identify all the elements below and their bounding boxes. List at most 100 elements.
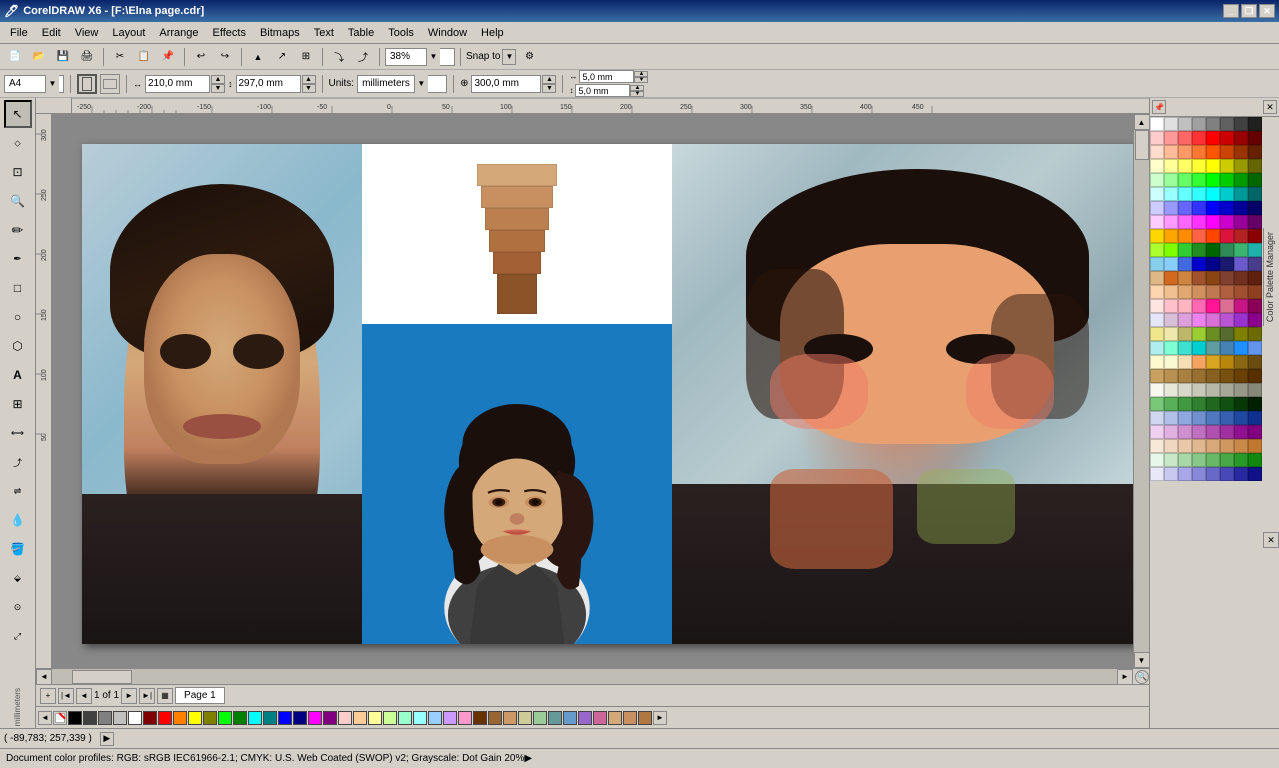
height-up[interactable]: ▲ bbox=[302, 75, 316, 84]
print-button[interactable]: 🖨 bbox=[76, 46, 98, 68]
fill-tool-btn[interactable]: 🪣 bbox=[4, 535, 32, 563]
color-cell[interactable] bbox=[1150, 341, 1164, 355]
color-cell[interactable] bbox=[1248, 453, 1262, 467]
color-cell[interactable] bbox=[1178, 439, 1192, 453]
color-cell[interactable] bbox=[1234, 299, 1248, 313]
nudge2-input[interactable] bbox=[575, 84, 630, 97]
eyedropper-tool-btn[interactable]: 💧 bbox=[4, 506, 32, 534]
orange-swatch[interactable] bbox=[173, 711, 187, 725]
cyan-swatch[interactable] bbox=[248, 711, 262, 725]
color-cell[interactable] bbox=[1206, 187, 1220, 201]
color-cell[interactable] bbox=[1220, 439, 1234, 453]
color-cell[interactable] bbox=[1192, 201, 1206, 215]
color-cell[interactable] bbox=[1234, 243, 1248, 257]
color-cell[interactable] bbox=[1192, 257, 1206, 271]
color-cell[interactable] bbox=[1178, 425, 1192, 439]
color-cell[interactable] bbox=[1234, 355, 1248, 369]
save-button[interactable]: 💾 bbox=[52, 46, 74, 68]
red-dark-swatch[interactable] bbox=[143, 711, 157, 725]
color-cell[interactable] bbox=[1206, 341, 1220, 355]
color-cell[interactable] bbox=[1248, 411, 1262, 425]
height-down[interactable]: ▼ bbox=[302, 84, 316, 93]
vertical-scrollbar[interactable]: ▲ ▼ bbox=[1133, 114, 1149, 668]
page-first-button[interactable]: |◄ bbox=[58, 688, 74, 704]
color-cell[interactable] bbox=[1150, 369, 1164, 383]
color-cell[interactable] bbox=[1192, 243, 1206, 257]
color-cell[interactable] bbox=[1178, 369, 1192, 383]
undo-button[interactable]: ↩ bbox=[190, 46, 212, 68]
h-scroll-thumb[interactable] bbox=[72, 670, 132, 684]
blue-swatch[interactable] bbox=[278, 711, 292, 725]
color-cell[interactable] bbox=[1150, 383, 1164, 397]
color-cell[interactable] bbox=[1192, 453, 1206, 467]
color-cell[interactable] bbox=[1164, 313, 1178, 327]
transform-button[interactable]: ↗ bbox=[271, 46, 293, 68]
mint-swatch[interactable] bbox=[398, 711, 412, 725]
color-cell[interactable] bbox=[1192, 327, 1206, 341]
color-cell[interactable] bbox=[1192, 383, 1206, 397]
color-cell[interactable] bbox=[1192, 229, 1206, 243]
peach-swatch[interactable] bbox=[353, 711, 367, 725]
scroll-right-button[interactable]: ► bbox=[1117, 669, 1133, 685]
color-cell[interactable] bbox=[1234, 215, 1248, 229]
color-cell[interactable] bbox=[1192, 369, 1206, 383]
color-cell[interactable] bbox=[1206, 313, 1220, 327]
sky-light-swatch[interactable] bbox=[413, 711, 427, 725]
color-cell[interactable] bbox=[1206, 467, 1220, 481]
brown-swatch[interactable] bbox=[488, 711, 502, 725]
redo-button[interactable]: ↪ bbox=[214, 46, 236, 68]
khaki-swatch[interactable] bbox=[518, 711, 532, 725]
menu-text[interactable]: Text bbox=[308, 25, 340, 41]
zoom-tool-btn[interactable]: 🔍 bbox=[4, 187, 32, 215]
color-cell[interactable] bbox=[1248, 201, 1262, 215]
panel-close-button[interactable]: ✕ bbox=[1263, 100, 1277, 114]
skin1-swatch[interactable] bbox=[608, 711, 622, 725]
violet-swatch[interactable] bbox=[578, 711, 592, 725]
smart-draw-btn[interactable]: ✒ bbox=[4, 245, 32, 273]
color-cell[interactable] bbox=[1164, 327, 1178, 341]
brown-dark-swatch[interactable] bbox=[473, 711, 487, 725]
color-cell[interactable] bbox=[1178, 131, 1192, 145]
color-cell[interactable] bbox=[1206, 397, 1220, 411]
scroll-left-button[interactable]: ◄ bbox=[36, 669, 52, 685]
pos-up[interactable]: ▲ bbox=[542, 75, 556, 84]
panel-pin-button[interactable]: 📌 bbox=[1152, 100, 1166, 114]
color-cell[interactable] bbox=[1192, 411, 1206, 425]
color-cell[interactable] bbox=[1248, 131, 1262, 145]
color-cell[interactable] bbox=[1220, 327, 1234, 341]
color-cell[interactable] bbox=[1206, 131, 1220, 145]
navy-swatch[interactable] bbox=[293, 711, 307, 725]
color-cell[interactable] bbox=[1234, 257, 1248, 271]
h-scroll-track[interactable] bbox=[52, 669, 1117, 684]
nudge1-spinner[interactable]: ▲ ▼ bbox=[634, 71, 648, 83]
color-cell[interactable] bbox=[1248, 243, 1262, 257]
mid-gray-swatch[interactable] bbox=[98, 711, 112, 725]
skin2-swatch[interactable] bbox=[623, 711, 637, 725]
landscape-button[interactable] bbox=[100, 74, 120, 94]
menu-tools[interactable]: Tools bbox=[382, 25, 420, 41]
color-cell[interactable] bbox=[1164, 299, 1178, 313]
color-cell[interactable] bbox=[1164, 285, 1178, 299]
color-cell[interactable] bbox=[1164, 229, 1178, 243]
color-cell[interactable] bbox=[1234, 411, 1248, 425]
copy-button[interactable]: 📋 bbox=[133, 46, 155, 68]
red-swatch[interactable] bbox=[158, 711, 172, 725]
color-cell[interactable] bbox=[1220, 159, 1234, 173]
color-cell[interactable] bbox=[1234, 341, 1248, 355]
color-cell[interactable] bbox=[1192, 299, 1206, 313]
table-tool-btn[interactable]: ⊞ bbox=[4, 390, 32, 418]
zoom-fit-button[interactable]: 🔍 bbox=[1135, 670, 1149, 684]
color-cell[interactable] bbox=[1192, 285, 1206, 299]
color-cell[interactable] bbox=[1220, 117, 1234, 131]
page-next-button[interactable]: ► bbox=[121, 688, 137, 704]
color-cell[interactable] bbox=[1164, 467, 1178, 481]
color-cell[interactable] bbox=[1220, 369, 1234, 383]
menu-help[interactable]: Help bbox=[475, 25, 510, 41]
color-cell[interactable] bbox=[1248, 341, 1262, 355]
color-cell[interactable] bbox=[1178, 467, 1192, 481]
color-cell[interactable] bbox=[1206, 145, 1220, 159]
color-cell[interactable] bbox=[1234, 131, 1248, 145]
width-down[interactable]: ▼ bbox=[211, 84, 225, 93]
color-cell[interactable] bbox=[1248, 187, 1262, 201]
nudge1-down[interactable]: ▼ bbox=[634, 77, 648, 83]
